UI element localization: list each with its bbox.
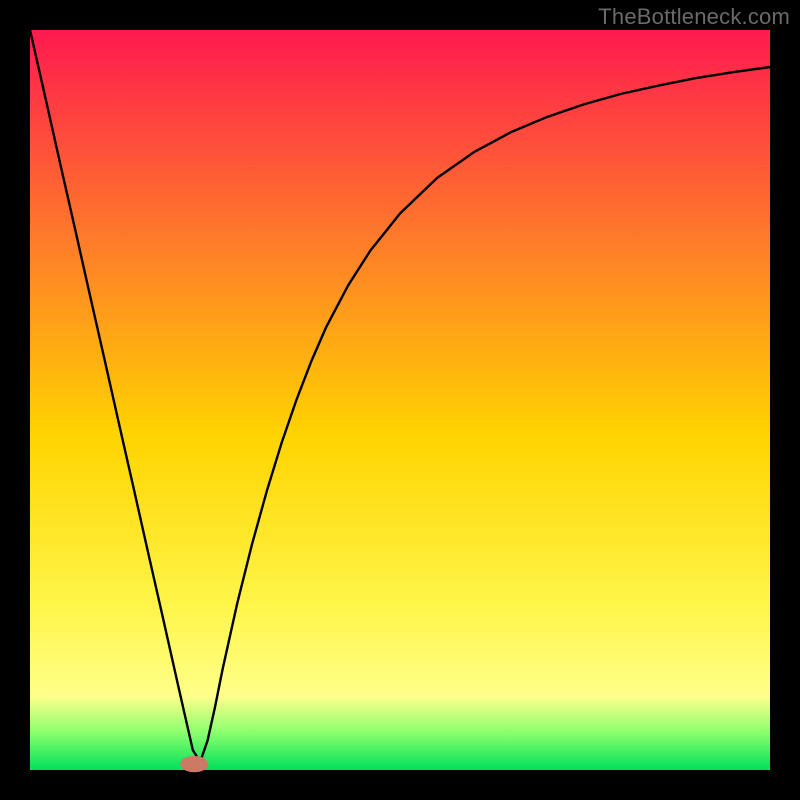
watermark-text: TheBottleneck.com bbox=[598, 4, 790, 30]
optimum-marker bbox=[180, 756, 208, 772]
plot-background bbox=[30, 30, 770, 770]
bottleneck-chart bbox=[0, 0, 800, 800]
chart-frame: TheBottleneck.com bbox=[0, 0, 800, 800]
